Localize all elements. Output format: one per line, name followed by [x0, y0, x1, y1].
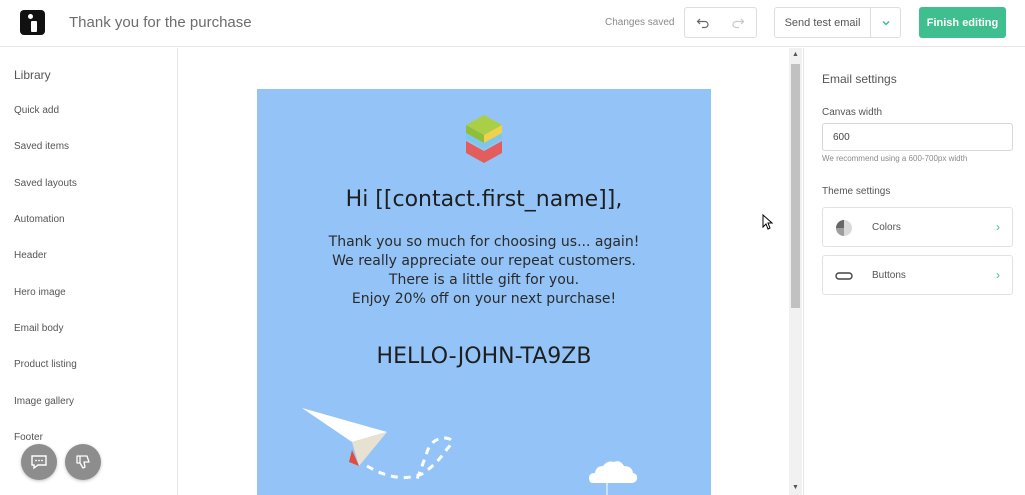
body-line: We really appreciate our repeat customer…: [332, 253, 636, 269]
top-bar: Thank you for the purchase Changes saved…: [0, 0, 1025, 47]
email-preview[interactable]: Hi [[contact.first_name]], Thank you so …: [257, 89, 711, 495]
theme-settings-label: Theme settings: [822, 186, 891, 197]
body-line: Thank you so much for choosing us... aga…: [328, 234, 640, 250]
undo-icon: [696, 18, 709, 28]
theme-item-buttons[interactable]: Buttons ›: [822, 255, 1013, 295]
email-title[interactable]: Thank you for the purchase: [69, 14, 252, 31]
mouse-cursor-icon: [762, 214, 774, 230]
theme-item-label: Buttons: [872, 270, 906, 281]
email-body-text[interactable]: Thank you so much for choosing us... aga…: [257, 233, 711, 309]
discount-code[interactable]: HELLO-JOHN-TA9ZB: [257, 344, 711, 369]
sidebar-item-quick-add[interactable]: Quick add: [14, 105, 59, 116]
body-line: Enjoy 20% off on your next purchase!: [351, 291, 617, 307]
thumbs-down-icon: [76, 455, 90, 469]
canvas-scrollbar[interactable]: ▲ ▼: [789, 48, 802, 495]
scroll-thumb[interactable]: [791, 64, 800, 308]
email-settings-panel: Email settings Canvas width 600 We recom…: [803, 48, 1025, 495]
email-greeting[interactable]: Hi [[contact.first_name]],: [257, 187, 711, 212]
sidebar-item-email-body[interactable]: Email body: [14, 323, 63, 334]
chevron-right-icon: ›: [996, 220, 1000, 234]
app-logo[interactable]: [20, 10, 45, 35]
library-sidebar: Library Quick add Saved items Saved layo…: [0, 48, 178, 495]
scroll-up-arrow[interactable]: ▲: [791, 50, 800, 60]
send-test-email-label[interactable]: Send test email: [775, 8, 871, 37]
undo-redo-group: [684, 7, 757, 38]
sidebar-item-hero-image[interactable]: Hero image: [14, 287, 66, 298]
sidebar-item-image-gallery[interactable]: Image gallery: [14, 396, 74, 407]
redo-button[interactable]: [721, 8, 757, 37]
theme-item-label: Colors: [872, 222, 901, 233]
sidebar-item-footer[interactable]: Footer: [14, 432, 43, 443]
chat-icon: [31, 455, 47, 470]
sidebar-item-header[interactable]: Header: [14, 250, 47, 261]
library-title: Library: [14, 68, 51, 82]
paper-plane-illustration: [302, 408, 453, 480]
feedback-button[interactable]: [65, 444, 101, 480]
canvas-width-hint: We recommend using a 600-700px width: [822, 154, 968, 163]
send-test-email-button[interactable]: Send test email: [774, 7, 901, 38]
finish-editing-button[interactable]: Finish editing: [919, 7, 1006, 38]
chevron-down-icon: [881, 20, 890, 26]
theme-item-colors[interactable]: Colors ›: [822, 207, 1013, 247]
body-line: There is a little gift for you.: [388, 272, 580, 288]
cloud-illustration: [589, 461, 638, 495]
sidebar-item-saved-items[interactable]: Saved items: [14, 141, 69, 152]
chevron-right-icon: ›: [996, 268, 1000, 282]
sidebar-item-saved-layouts[interactable]: Saved layouts: [14, 178, 77, 189]
button-shape-icon: [835, 272, 853, 280]
sidebar-item-automation[interactable]: Automation: [14, 214, 65, 225]
send-options-dropdown[interactable]: [871, 8, 900, 37]
redo-icon: [732, 18, 745, 28]
chat-button[interactable]: [21, 444, 57, 480]
save-status: Changes saved: [605, 17, 675, 28]
pie-icon: [836, 220, 852, 236]
canvas-width-input[interactable]: 600: [822, 123, 1013, 151]
settings-title: Email settings: [822, 72, 897, 86]
undo-button[interactable]: [685, 8, 721, 37]
brand-logo-icon: [466, 115, 502, 163]
sidebar-item-product-listing[interactable]: Product listing: [14, 359, 77, 370]
scroll-down-arrow[interactable]: ▼: [791, 483, 800, 493]
canvas-width-label: Canvas width: [822, 107, 883, 118]
